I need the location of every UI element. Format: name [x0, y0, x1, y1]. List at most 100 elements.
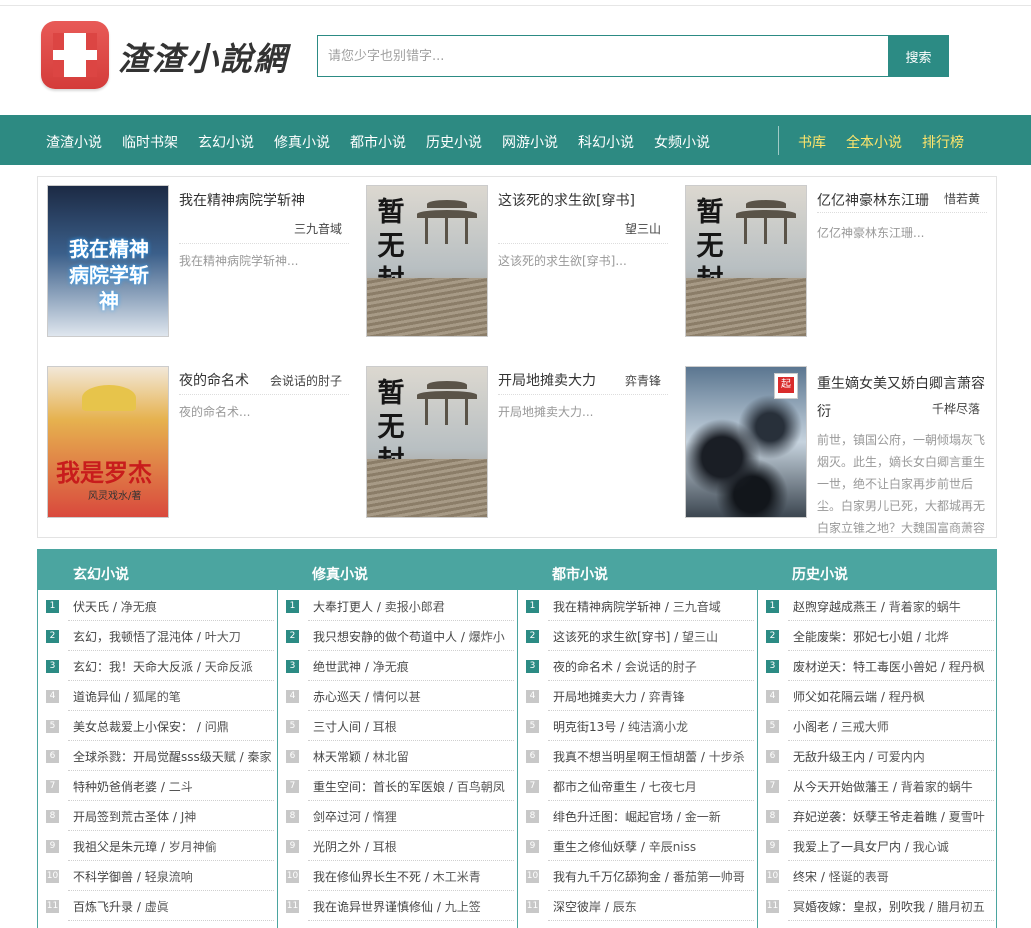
- site-title[interactable]: 渣渣小說網: [118, 34, 288, 80]
- ranking-book-title[interactable]: 剑卒过河: [313, 810, 361, 824]
- ranking-book-author[interactable]: 二斗: [169, 780, 193, 794]
- search-button[interactable]: 搜索: [888, 35, 949, 77]
- ranking-book-author[interactable]: 可爱内内: [877, 750, 925, 764]
- nav-item-dushi[interactable]: 都市小说: [350, 132, 406, 152]
- ranking-book-author[interactable]: 金一新: [685, 810, 721, 824]
- ranking-book-author[interactable]: 三戒大师: [841, 720, 889, 734]
- ranking-book-title[interactable]: 深空彼岸: [553, 900, 601, 914]
- column-title-dushi[interactable]: 都市小说: [552, 564, 608, 584]
- ranking-book-title[interactable]: 师父如花隔云端: [793, 690, 877, 704]
- book-author[interactable]: 三九音域: [294, 220, 342, 237]
- no-cover-image[interactable]: 暂无封面: [685, 185, 807, 337]
- book-author[interactable]: 会说话的肘子: [270, 372, 342, 389]
- site-logo-icon[interactable]: [41, 21, 109, 89]
- ranking-book-title[interactable]: 全球杀戮：开局觉醒sss级天赋: [73, 750, 236, 764]
- book-cover-image[interactable]: 起: [685, 366, 807, 518]
- book-cover-image[interactable]: 我是罗杰 风灵戏水/著: [47, 366, 169, 518]
- book-title[interactable]: 这该死的求生欲[穿书]: [498, 190, 635, 210]
- ranking-book-author[interactable]: 林北留: [373, 750, 409, 764]
- ranking-book-author[interactable]: 叶大刀: [205, 630, 241, 644]
- ranking-book-author[interactable]: 狐尾的笔: [133, 690, 181, 704]
- ranking-book-title[interactable]: 绯色升迁图：崛起官场: [553, 810, 673, 824]
- ranking-book-author[interactable]: 爆炸小: [469, 630, 505, 644]
- ranking-book-author[interactable]: 番茄第一帅哥: [673, 870, 745, 884]
- ranking-book-author[interactable]: 情何以甚: [373, 690, 421, 704]
- ranking-book-author[interactable]: 弈青锋: [649, 690, 685, 704]
- no-cover-image[interactable]: 暂无封面: [366, 185, 488, 337]
- book-author[interactable]: 望三山: [625, 220, 661, 237]
- ranking-book-title[interactable]: 无敌升级王内: [793, 750, 865, 764]
- ranking-book-author[interactable]: 夏雪叶: [949, 810, 985, 824]
- nav-item-nvpin[interactable]: 女频小说: [654, 132, 710, 152]
- ranking-book-author[interactable]: 程丹枫: [949, 660, 985, 674]
- nav-item-lishi[interactable]: 历史小说: [426, 132, 482, 152]
- ranking-book-author[interactable]: 木工米青: [433, 870, 481, 884]
- ranking-book-title[interactable]: 我爱上了一具女尸内: [793, 840, 901, 854]
- ranking-book-title[interactable]: 终宋: [793, 870, 817, 884]
- ranking-book-title[interactable]: 不科学御兽: [73, 870, 133, 884]
- nav-item-wangyou[interactable]: 网游小说: [502, 132, 558, 152]
- ranking-book-title[interactable]: 明克街13号: [553, 720, 616, 734]
- nav-item-completed[interactable]: 全本小说: [846, 132, 902, 152]
- ranking-book-title[interactable]: 全能废柴：邪妃七小姐: [793, 630, 913, 644]
- ranking-book-title[interactable]: 冥婚夜嫁：皇叔，别吹我: [793, 900, 925, 914]
- ranking-book-title[interactable]: 玄幻，我顿悟了混沌体: [73, 630, 193, 644]
- ranking-book-title[interactable]: 夜的命名术: [553, 660, 613, 674]
- ranking-book-author[interactable]: 三九音域: [673, 600, 721, 614]
- ranking-book-title[interactable]: 这该死的求生欲[穿书]: [553, 630, 670, 644]
- ranking-book-author[interactable]: 耳根: [373, 840, 397, 854]
- ranking-book-author[interactable]: J神: [181, 810, 197, 824]
- book-author[interactable]: 千桦尽落: [932, 400, 980, 417]
- ranking-book-title[interactable]: 赤心巡天: [313, 690, 361, 704]
- ranking-book-author[interactable]: 背着家的蜗牛: [901, 780, 973, 794]
- ranking-book-author[interactable]: 轻泉流响: [145, 870, 193, 884]
- ranking-book-title[interactable]: 特种奶爸俏老婆: [73, 780, 157, 794]
- ranking-book-author[interactable]: 净无痕: [121, 600, 157, 614]
- book-title[interactable]: 重生嫡女美又娇白卿言萧容衍: [817, 370, 987, 426]
- ranking-book-title[interactable]: 我在精神病院学斩神: [553, 600, 661, 614]
- ranking-book-author[interactable]: 问鼎: [205, 720, 229, 734]
- book-author[interactable]: 弈青锋: [625, 372, 661, 389]
- ranking-book-author[interactable]: 会说话的肘子: [625, 660, 697, 674]
- ranking-book-title[interactable]: 林天常颖: [313, 750, 361, 764]
- ranking-book-title[interactable]: 光阴之外: [313, 840, 361, 854]
- ranking-book-title[interactable]: 都市之仙帝重生: [553, 780, 637, 794]
- ranking-book-title[interactable]: 赵煦穿越成燕王: [793, 600, 877, 614]
- nav-item-zhazha[interactable]: 渣渣小说: [46, 132, 102, 152]
- book-title[interactable]: 夜的命名术: [179, 370, 249, 390]
- nav-item-ranking[interactable]: 排行榜: [922, 132, 964, 152]
- ranking-book-author[interactable]: 背着家的蜗牛: [889, 600, 961, 614]
- ranking-book-title[interactable]: 废材逆天：特工毒医小兽妃: [793, 660, 937, 674]
- ranking-book-author[interactable]: 净无痕: [373, 660, 409, 674]
- ranking-book-author[interactable]: 岁月神偷: [169, 840, 217, 854]
- book-title[interactable]: 我在精神病院学斩神: [179, 190, 305, 210]
- ranking-book-title[interactable]: 开局签到荒古圣体: [73, 810, 169, 824]
- nav-item-xiuzhen[interactable]: 修真小说: [274, 132, 330, 152]
- ranking-book-author[interactable]: 耳根: [373, 720, 397, 734]
- column-title-lishi[interactable]: 历史小说: [792, 564, 848, 584]
- ranking-book-author[interactable]: 纯洁滴小龙: [628, 720, 688, 734]
- nav-item-xuanhuan[interactable]: 玄幻小说: [198, 132, 254, 152]
- ranking-book-author[interactable]: 程丹枫: [889, 690, 925, 704]
- ranking-book-title[interactable]: 我在修仙界长生不死: [313, 870, 421, 884]
- ranking-book-title[interactable]: 我有九千万亿舔狗金: [553, 870, 661, 884]
- ranking-book-author[interactable]: 惰狸: [373, 810, 397, 824]
- ranking-book-author[interactable]: 北烨: [925, 630, 949, 644]
- ranking-book-author[interactable]: 怪诞的表哥: [829, 870, 889, 884]
- ranking-book-author[interactable]: 辰东: [613, 900, 637, 914]
- ranking-book-author[interactable]: 腊月初五: [937, 900, 985, 914]
- nav-item-kehuan[interactable]: 科幻小说: [578, 132, 634, 152]
- ranking-book-author[interactable]: 辛辰niss: [649, 840, 696, 854]
- book-author[interactable]: 惜若黄: [944, 190, 980, 207]
- ranking-book-title[interactable]: 开局地摊卖大力: [553, 690, 637, 704]
- ranking-book-author[interactable]: 望三山: [682, 630, 718, 644]
- ranking-book-title[interactable]: 我只想安静的做个苟道中人: [313, 630, 457, 644]
- ranking-book-author[interactable]: 天命反派: [205, 660, 253, 674]
- column-title-xiuzhen[interactable]: 修真小说: [312, 564, 368, 584]
- ranking-book-title[interactable]: 伏天氏: [73, 600, 109, 614]
- ranking-book-author[interactable]: 九上签: [445, 900, 481, 914]
- book-cover-image[interactable]: 我在精神病院学斩神: [47, 185, 169, 337]
- ranking-book-title[interactable]: 大奉打更人: [313, 600, 373, 614]
- ranking-book-author[interactable]: 百鸟朝凤: [457, 780, 505, 794]
- no-cover-image[interactable]: 暂无封面: [366, 366, 488, 518]
